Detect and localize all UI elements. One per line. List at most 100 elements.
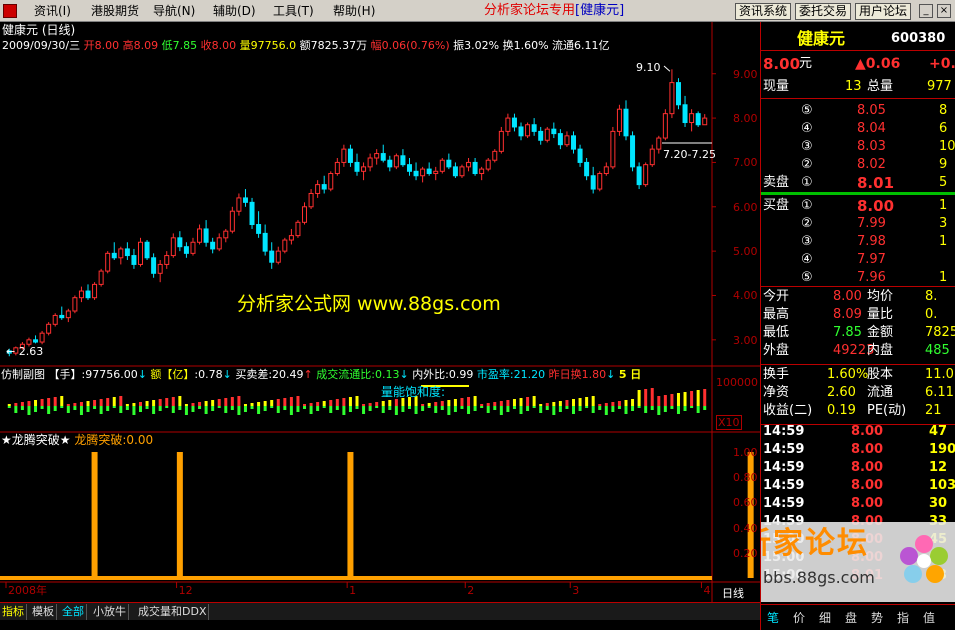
buy-level: ③ 7.98 1 — [761, 233, 955, 251]
sub1-bar-neg — [427, 406, 431, 408]
kline-chart[interactable]: 健康元 (日线) 2009/09/30/三 开8.00 高8.09 低7.85 … — [0, 22, 760, 602]
tick-price: 8.00 — [851, 442, 884, 457]
tab-indicator[interactable]: 指标 — [0, 604, 27, 620]
sub1-bar — [270, 400, 274, 406]
sub1-bar-neg — [20, 406, 24, 410]
sub1-bar — [20, 402, 24, 406]
menu-info[interactable]: 资讯(I) — [34, 3, 71, 19]
indicator-tabbar: 指标 模板 全部 小放牛 成交量和DDX — [0, 602, 760, 620]
sell-label: 卖盘 — [763, 175, 790, 190]
forum-button[interactable]: 用户论坛 — [855, 3, 911, 20]
candle-body — [636, 166, 642, 186]
right-tab[interactable]: 指 — [897, 609, 909, 626]
sub1-bar-neg — [407, 406, 411, 409]
candle-body — [564, 135, 570, 146]
buy-label: 买盘 — [763, 198, 790, 213]
candle-body — [498, 130, 504, 152]
tab-all[interactable]: 全部 — [60, 604, 87, 620]
level-index: ① — [801, 198, 813, 213]
right-tab[interactable]: 笔 — [767, 609, 779, 626]
sub1-bar — [676, 393, 680, 406]
sub1-bar — [106, 398, 110, 406]
sub1-amount: :0.78 — [194, 368, 223, 381]
month-label: 2 — [467, 584, 475, 597]
right-tabbar: 笔价细盘势指值 — [761, 604, 955, 630]
sub1-bar-neg — [401, 406, 405, 412]
tab-template[interactable]: 模板 — [30, 604, 57, 620]
right-tab[interactable]: 势 — [871, 609, 883, 626]
sub1-float-ratio: 成交流通比:0.13 — [316, 368, 400, 381]
sub1-bar-neg — [624, 406, 628, 414]
right-tab[interactable]: 值 — [923, 609, 935, 626]
price-row: 8.00 元 ▲0.06 +0. — [761, 54, 955, 74]
candle-body — [479, 168, 485, 175]
sub1-bar-neg — [191, 406, 195, 412]
menu-help[interactable]: 帮助(H) — [333, 3, 375, 19]
sub1-bar-neg — [703, 406, 707, 410]
sub1-bar-neg — [591, 406, 595, 413]
sub1-bar-neg — [125, 406, 129, 410]
candle-body — [525, 124, 531, 137]
info-system-button[interactable]: 资讯系统 — [735, 3, 791, 20]
candle-body — [262, 232, 268, 252]
close-icon[interactable]: × — [937, 4, 951, 18]
sub1-bar-neg — [40, 406, 44, 409]
info-amplitude: 振3.02% — [453, 39, 500, 52]
sub1-bar — [572, 399, 576, 406]
sub1-bar — [152, 400, 156, 406]
stats-row: 外盘 49223 内盘 485 — [761, 342, 955, 360]
level-index: ⑤ — [801, 103, 813, 118]
candle-body — [643, 164, 649, 186]
menu-tools[interactable]: 工具(T) — [273, 3, 314, 19]
price-tick-label: 6.00 — [733, 200, 758, 214]
sub1-bar — [309, 403, 313, 406]
trade-button[interactable]: 委托交易 — [795, 3, 851, 20]
tab-xiaofangniu[interactable]: 小放牛 — [91, 604, 129, 620]
sub1-bar-neg — [394, 406, 398, 415]
candle-body — [531, 124, 537, 132]
candle-body — [616, 108, 622, 132]
sub1-bar — [696, 390, 700, 406]
candle-body — [197, 228, 203, 243]
sub1-bar — [198, 402, 202, 406]
sub1-bar — [512, 399, 516, 406]
buy-vol: 1 — [939, 198, 948, 213]
candle-body — [354, 161, 360, 172]
candle-body — [400, 155, 406, 166]
sub1-bar — [93, 400, 97, 406]
right-tab[interactable]: 细 — [819, 609, 831, 626]
sub1-days: 5 日 — [618, 368, 642, 381]
candle-body — [577, 148, 583, 163]
sub2-tick-label: 1.00 — [733, 446, 758, 459]
sub1-bar — [591, 396, 595, 406]
menu-hk-futures[interactable]: 港股期货 — [91, 3, 139, 19]
right-tab[interactable]: 价 — [793, 609, 805, 626]
sub2-tick-label: 0.60 — [733, 496, 758, 510]
sub1-bar-neg — [322, 406, 326, 408]
minimize-icon[interactable]: _ — [919, 4, 933, 18]
candle-body — [59, 314, 65, 319]
candle-body — [177, 237, 183, 248]
menu-navigate[interactable]: 导航(N) — [153, 3, 195, 19]
app-icon[interactable] — [3, 4, 17, 18]
buy-level: ④ 7.97 — [761, 251, 955, 269]
stock-header: 健康元 600380 — [761, 28, 955, 50]
tick-time: 14:59 — [763, 442, 805, 457]
right-tab[interactable]: 盘 — [845, 609, 857, 626]
sub1-bar-neg — [388, 406, 392, 410]
sub1-bar-neg — [243, 406, 247, 412]
buy-price: 7.98 — [857, 234, 886, 249]
sub1-bar — [611, 402, 615, 406]
candle-body — [111, 252, 117, 259]
candle-body — [406, 164, 412, 172]
candle-body — [295, 221, 301, 237]
sub1-bar-neg — [303, 406, 307, 409]
tab-volume-ddx[interactable]: 成交量和DDX — [136, 604, 210, 620]
sub1-bar-neg — [663, 406, 667, 412]
stock-title: [健康元] — [575, 3, 625, 18]
info-change: 幅0.06(0.76%) — [370, 39, 450, 52]
candle-body — [420, 168, 426, 177]
sub1-bar — [670, 394, 674, 406]
menu-assist[interactable]: 辅助(D) — [213, 3, 256, 19]
x10-button[interactable]: X10 — [716, 415, 742, 430]
